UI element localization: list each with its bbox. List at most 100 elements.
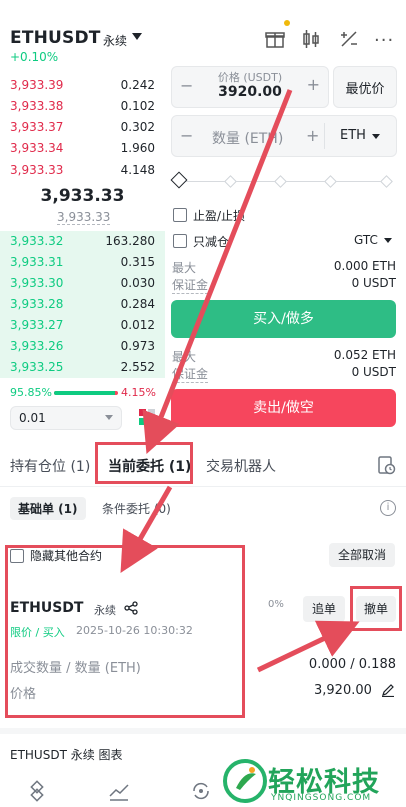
subtab-conditional-orders[interactable]: 条件委托 (0)	[102, 500, 171, 517]
last-price: 3,933.33	[40, 186, 125, 206]
orderbook-layout-icon[interactable]	[138, 408, 156, 426]
plus-icon[interactable]: +	[306, 126, 319, 145]
symbol-dropdown-caret-icon[interactable]	[132, 33, 142, 40]
bid-row[interactable]: 3,933.32 163.280	[0, 231, 165, 252]
bid-row[interactable]: 3,933.30 0.030	[0, 273, 165, 294]
precision-select[interactable]: 0.01	[10, 406, 122, 430]
home-logo-icon[interactable]	[26, 780, 48, 802]
sell-max-label: 最大	[172, 350, 197, 364]
edit-pencil-icon[interactable]	[381, 683, 395, 697]
ask-qty: 0.102	[120, 99, 155, 113]
ask-row[interactable]: 3,933.34 1.960	[0, 138, 165, 159]
bid-price: 3,933.26	[10, 339, 64, 353]
subtab-basic-orders[interactable]: 基础单 (1)	[10, 497, 86, 520]
ask-row[interactable]: 3,933.37 0.302	[0, 117, 165, 138]
ask-price: 3,933.39	[10, 78, 64, 92]
bid-row[interactable]: 3,933.25 2.552	[0, 357, 165, 378]
chart-section-title[interactable]: ETHUSDT 永续 图表	[10, 746, 123, 763]
quantity-input[interactable]: − 数量 (ETH) + ETH	[171, 115, 397, 157]
ask-price: 3,933.37	[10, 120, 64, 134]
slider-step[interactable]	[274, 175, 287, 188]
time-in-force-select[interactable]: GTC	[354, 233, 378, 247]
best-price-label: 最优价	[345, 82, 385, 97]
slider-handle[interactable]	[170, 171, 188, 189]
bid-price: 3,933.25	[10, 360, 64, 374]
watermark-logo	[222, 758, 268, 804]
price-input-label: 价格 (USDT)	[217, 71, 283, 84]
bid-qty: 0.030	[120, 276, 155, 290]
precision-value: 0.01	[19, 411, 46, 425]
sell-margin-value: 0 USDT	[351, 365, 396, 379]
quantity-unit[interactable]: ETH	[340, 128, 366, 143]
tab-positions[interactable]: 持有仓位 (1)	[10, 456, 90, 476]
highlight-order-card	[5, 545, 245, 718]
bid-row[interactable]: 3,933.31 0.315	[0, 252, 165, 273]
sell-ratio: 4.15%	[121, 386, 156, 399]
candlestick-chart-icon[interactable]	[300, 28, 322, 50]
buy-ratio: 95.85%	[10, 386, 52, 399]
info-icon[interactable]: i	[380, 500, 396, 516]
ask-price: 3,933.33	[10, 163, 64, 177]
chase-order-button[interactable]: 追单	[303, 596, 345, 622]
symbol-title[interactable]: ETHUSDT	[10, 28, 101, 48]
cancel-all-button[interactable]: 全部取消	[329, 543, 395, 567]
chevron-down-icon	[372, 134, 380, 139]
order-history-icon[interactable]	[376, 455, 396, 475]
buy-long-button[interactable]: 买入/做多	[171, 300, 396, 338]
bid-row[interactable]: 3,933.26 0.973	[0, 336, 165, 357]
chevron-down-icon[interactable]	[384, 238, 392, 243]
highlight-cancel-button	[350, 586, 402, 631]
markets-icon[interactable]	[108, 780, 130, 802]
sell-margin-label[interactable]: 保证金	[172, 365, 209, 383]
gift-icon[interactable]	[264, 28, 286, 50]
reduce-only-checkbox[interactable]	[173, 234, 187, 248]
bid-qty: 0.973	[120, 339, 155, 353]
watermark-url: YNQINGSONG.COM	[271, 793, 372, 803]
bid-price: 3,933.27	[10, 318, 64, 332]
ask-price: 3,933.38	[10, 99, 64, 113]
bid-row[interactable]: 3,933.28 0.284	[0, 294, 165, 315]
sell-short-button[interactable]: 卖出/做空	[171, 389, 396, 427]
highlight-open-orders-tab	[95, 442, 193, 484]
contract-type-label: 永续	[103, 34, 128, 48]
trade-icon[interactable]	[190, 780, 212, 802]
slider-step[interactable]	[324, 175, 337, 188]
bid-qty: 0.315	[120, 255, 155, 269]
slider-step[interactable]	[224, 175, 237, 188]
ask-qty: 4.148	[120, 163, 155, 177]
bid-row[interactable]: 3,933.27 0.012	[0, 315, 165, 336]
ask-row[interactable]: 3,933.39 0.242	[0, 75, 165, 96]
slider-step[interactable]	[380, 175, 393, 188]
reduce-only-label: 只减仓	[193, 235, 230, 249]
price-input[interactable]: − 价格 (USDT) 3920.00 +	[171, 66, 329, 108]
more-options-icon[interactable]: ···	[374, 30, 394, 51]
ask-row[interactable]: 3,933.33 4.148	[0, 160, 165, 181]
buy-max-label: 最大	[172, 261, 197, 275]
tp-sl-checkbox[interactable]	[173, 208, 187, 222]
ask-qty: 0.242	[120, 78, 155, 92]
chevron-down-icon	[105, 415, 113, 420]
mark-price[interactable]: 3,933.33	[57, 210, 111, 225]
best-price-button[interactable]: 最优价	[333, 66, 397, 108]
minus-icon[interactable]: −	[180, 126, 193, 145]
plus-icon[interactable]: +	[307, 75, 320, 94]
bid-qty: 2.552	[120, 360, 155, 374]
bid-qty: 0.284	[120, 297, 155, 311]
buy-margin-label[interactable]: 保证金	[172, 276, 209, 294]
ask-price: 3,933.34	[10, 141, 64, 155]
calculator-icon[interactable]	[338, 28, 360, 50]
tab-trading-bots[interactable]: 交易机器人	[206, 456, 276, 476]
ask-qty: 1.960	[120, 141, 155, 155]
price-change-percent: +0.10%	[10, 50, 59, 64]
bid-price: 3,933.31	[10, 255, 64, 269]
bid-price: 3,933.32	[10, 234, 64, 248]
bid-qty: 163.280	[105, 234, 155, 248]
bid-price: 3,933.30	[10, 276, 64, 290]
fill-progress: 0%	[264, 596, 294, 620]
buy-margin-value: 0 USDT	[351, 276, 396, 290]
section-divider	[0, 728, 406, 734]
ask-row[interactable]: 3,933.38 0.102	[0, 96, 165, 117]
ask-qty: 0.302	[120, 120, 155, 134]
quantity-placeholder: 数量 (ETH)	[212, 131, 284, 147]
fill-progress-text: 0%	[268, 599, 284, 610]
